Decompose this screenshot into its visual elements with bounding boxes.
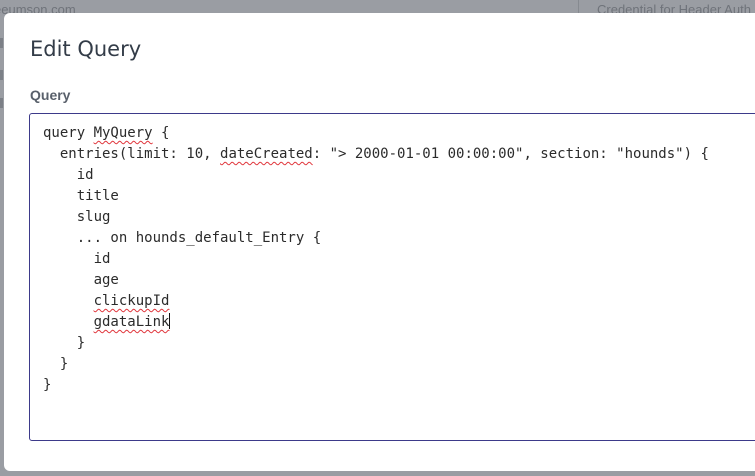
code-token: } — [59, 356, 69, 372]
spellcheck-flagged-token: gdataLink — [93, 314, 170, 330]
code-line: gdataLink — [43, 312, 709, 333]
code-token: ... on hounds_default_Entry { — [76, 230, 322, 246]
code-line: age — [43, 270, 709, 291]
text-caret — [169, 313, 171, 329]
spellcheck-flagged-token: dateCreated — [220, 146, 313, 162]
code-line: entries(limit: 10, dateCreated: "> 2000-… — [43, 144, 709, 165]
query-editor[interactable]: query MyQuery { entries(limit: 10, dateC… — [29, 113, 755, 441]
code-token: slug — [76, 209, 111, 225]
code-token: } — [43, 377, 52, 393]
code-token: age — [93, 272, 119, 288]
spellcheck-flagged-token: clickupId — [93, 293, 170, 309]
code-line: } — [43, 333, 709, 354]
spellcheck-flagged-token: MyQuery — [93, 125, 153, 141]
code-line: } — [43, 375, 709, 396]
modal-title: Edit Query — [30, 37, 142, 61]
code-line: title — [43, 186, 709, 207]
code-line: ... on hounds_default_Entry { — [43, 228, 709, 249]
code-line: id — [43, 165, 709, 186]
code-token: query — [43, 125, 94, 141]
code-line: clickupId — [43, 291, 709, 312]
query-code[interactable]: query MyQuery { entries(limit: 10, dateC… — [43, 123, 709, 396]
code-line: slug — [43, 207, 709, 228]
code-token: } — [76, 335, 86, 351]
code-token: : "> 2000-01-01 00:00:00", section: "hou… — [312, 146, 709, 162]
code-token: { — [152, 125, 170, 141]
code-line: query MyQuery { — [43, 123, 709, 144]
code-token: entries(limit: 10, — [59, 146, 221, 162]
code-token: title — [76, 188, 119, 204]
code-token: id — [76, 167, 94, 183]
code-token: id — [93, 251, 111, 267]
edit-query-modal: Edit Query Query query MyQuery { entries… — [4, 13, 755, 471]
code-line: id — [43, 249, 709, 270]
query-field-label: Query — [30, 87, 71, 103]
code-line: } — [43, 354, 709, 375]
